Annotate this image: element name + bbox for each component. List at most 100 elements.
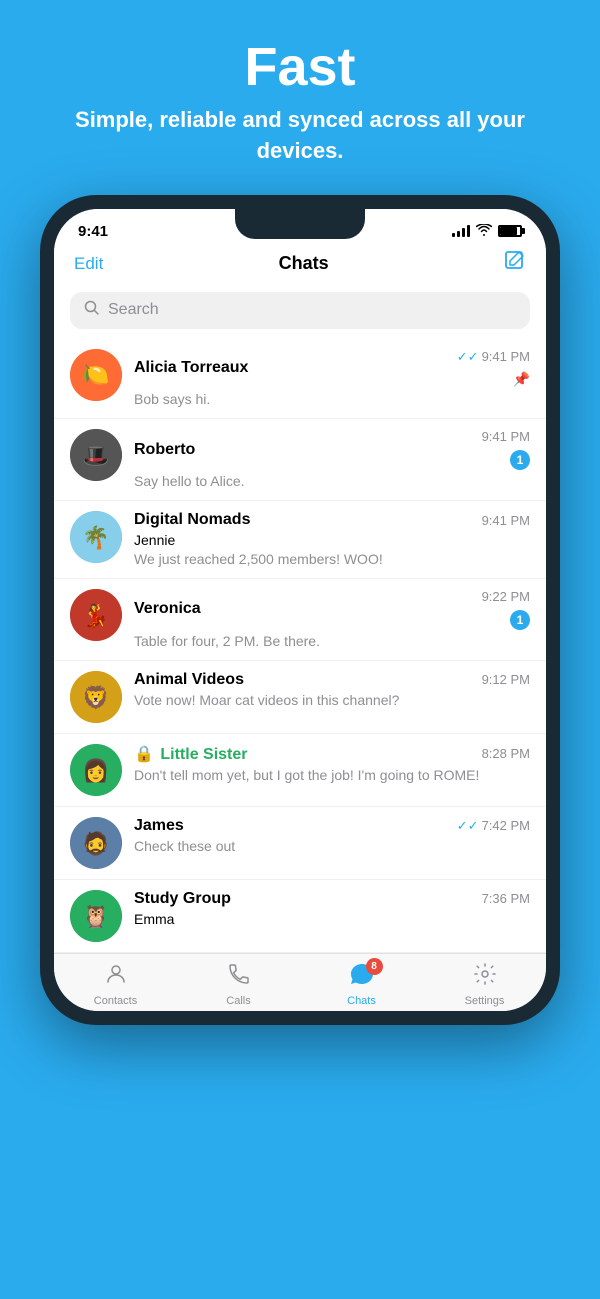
tab-calls[interactable]: Calls — [177, 962, 300, 1007]
read-check-james: ✓✓ — [457, 818, 479, 834]
chat-meta-sister: 8:28 PM — [482, 746, 530, 761]
hero-subtitle: Simple, reliable and synced across all y… — [0, 105, 600, 167]
chat-name-james: James — [134, 817, 184, 835]
wifi-icon — [476, 223, 492, 239]
chat-time-digital: 9:41 PM — [482, 513, 530, 528]
chat-meta-digital: 9:41 PM — [482, 513, 530, 528]
chat-meta-animal: 9:12 PM — [482, 672, 530, 687]
badge-roberto: 1 — [510, 450, 530, 470]
edit-button[interactable]: Edit — [74, 254, 103, 274]
chat-item-alicia[interactable]: 🍋 Alicia Torreaux ✓✓ 9:41 PM 📌 — [54, 339, 546, 419]
chat-time-sister: 8:28 PM — [482, 746, 530, 761]
status-icons — [452, 223, 522, 239]
contacts-label: Contacts — [94, 995, 137, 1007]
tab-settings[interactable]: Settings — [423, 962, 546, 1007]
chat-content-study: Study Group 7:36 PM Emma — [134, 890, 530, 928]
chat-header-study: Study Group 7:36 PM — [134, 890, 530, 908]
avatar-james: 🧔 — [70, 817, 122, 869]
svg-text:🌴: 🌴 — [82, 525, 109, 550]
chat-header-animal: Animal Videos 9:12 PM — [134, 671, 530, 689]
lock-icon: 🔒 — [134, 746, 154, 763]
compose-button[interactable] — [504, 250, 526, 278]
avatar-roberto: 🎩 — [70, 429, 122, 481]
hero-title: Fast — [0, 38, 600, 97]
search-icon — [84, 300, 100, 321]
chat-item-animal[interactable]: 🦁 Animal Videos 9:12 PM Vote now! Moar c… — [54, 661, 546, 734]
chat-meta-alicia: ✓✓ 9:41 PM 📌 — [457, 349, 530, 388]
chat-content-sister: 🔒 Little Sister 8:28 PM Don't tell mom y… — [134, 744, 530, 784]
chat-time-study: 7:36 PM — [482, 891, 530, 906]
svg-text:🍋: 🍋 — [82, 362, 109, 387]
settings-label: Settings — [465, 995, 505, 1007]
chat-item-study[interactable]: 🦉 Study Group 7:36 PM Emma — [54, 880, 546, 953]
avatar-sister: 👩 — [70, 744, 122, 796]
hero-section: Fast Simple, reliable and synced across … — [0, 0, 600, 195]
chat-item-james[interactable]: 🧔 James ✓✓ 7:42 PM Check these out — [54, 807, 546, 880]
nav-title: Chats — [279, 253, 329, 274]
chat-time-james: ✓✓ 7:42 PM — [457, 818, 530, 834]
chat-name-veronica: Veronica — [134, 600, 201, 618]
chat-header-sister: 🔒 Little Sister 8:28 PM — [134, 744, 530, 764]
svg-text:👩: 👩 — [82, 758, 109, 783]
search-bar-container: Search — [54, 286, 546, 339]
chat-item-digital[interactable]: 🌴 Digital Nomads 9:41 PM Jennie We just … — [54, 501, 546, 578]
chat-name-digital: Digital Nomads — [134, 511, 250, 529]
battery-icon — [498, 225, 522, 237]
chat-content-roberto: Roberto 9:41 PM 1 Say hello to Alice. — [134, 429, 530, 490]
chat-header-digital: Digital Nomads 9:41 PM — [134, 511, 530, 529]
nav-bar: Edit Chats — [54, 246, 546, 286]
svg-text:🦁: 🦁 — [82, 685, 109, 710]
calls-label: Calls — [226, 995, 250, 1007]
search-bar[interactable]: Search — [70, 292, 530, 329]
chat-preview-veronica: Table for four, 2 PM. Be there. — [134, 632, 530, 650]
chats-tab-label: Chats — [347, 995, 376, 1007]
chat-preview-roberto: Say hello to Alice. — [134, 472, 530, 490]
chat-preview-sister: Don't tell mom yet, but I got the job! I… — [134, 766, 530, 784]
chat-time-veronica: 9:22 PM — [482, 589, 530, 604]
phone-screen: 9:41 — [54, 209, 546, 1011]
chat-meta-veronica: 9:22 PM 1 — [482, 589, 530, 630]
chats-badge: 8 — [366, 958, 383, 975]
chat-meta-roberto: 9:41 PM 1 — [482, 429, 530, 470]
avatar-animal: 🦁 — [70, 671, 122, 723]
chat-preview-study: Emma — [134, 910, 530, 928]
chat-content-alicia: Alicia Torreaux ✓✓ 9:41 PM 📌 Bob says hi… — [134, 349, 530, 408]
chat-content-digital: Digital Nomads 9:41 PM Jennie We just re… — [134, 511, 530, 567]
chat-name-sister: 🔒 Little Sister — [134, 744, 248, 764]
chat-preview-digital: Jennie We just reached 2,500 members! WO… — [134, 531, 530, 567]
status-time: 9:41 — [78, 223, 108, 240]
tab-contacts[interactable]: Contacts — [54, 962, 177, 1007]
avatar-veronica: 💃 — [70, 589, 122, 641]
chat-meta-james: ✓✓ 7:42 PM — [457, 818, 530, 834]
chat-item-roberto[interactable]: 🎩 Roberto 9:41 PM 1 Say hello to Alice. — [54, 419, 546, 501]
tab-bar: Contacts Calls 8 Chats — [54, 953, 546, 1011]
signal-icon — [452, 225, 470, 237]
svg-text:🧔: 🧔 — [82, 830, 109, 856]
chat-item-veronica[interactable]: 💃 Veronica 9:22 PM 1 Table for four, 2 P… — [54, 579, 546, 661]
chat-preview-alicia: Bob says hi. — [134, 390, 530, 408]
chat-time-roberto: 9:41 PM — [482, 429, 530, 444]
badge-veronica: 1 — [510, 610, 530, 630]
chat-sender-digital: Jennie — [134, 532, 175, 548]
pin-icon-alicia: 📌 — [513, 371, 530, 388]
chat-header-roberto: Roberto 9:41 PM 1 — [134, 429, 530, 470]
chat-name-roberto: Roberto — [134, 441, 195, 459]
phone-frame: 9:41 — [40, 195, 560, 1025]
read-check-alicia: ✓✓ — [457, 349, 479, 365]
svg-text:🦉: 🦉 — [82, 904, 109, 929]
chat-sender-study: Emma — [134, 911, 174, 927]
chat-item-sister[interactable]: 👩 🔒 Little Sister 8:28 PM Don't tell mom… — [54, 734, 546, 807]
chat-name-study: Study Group — [134, 890, 231, 908]
chat-preview-animal: Vote now! Moar cat videos in this channe… — [134, 691, 530, 709]
contacts-icon — [104, 962, 128, 992]
tab-chats[interactable]: 8 Chats — [300, 962, 423, 1007]
chat-header-veronica: Veronica 9:22 PM 1 — [134, 589, 530, 630]
settings-icon — [473, 962, 497, 992]
chat-name-animal: Animal Videos — [134, 671, 244, 689]
chat-content-james: James ✓✓ 7:42 PM Check these out — [134, 817, 530, 855]
chat-header-alicia: Alicia Torreaux ✓✓ 9:41 PM 📌 — [134, 349, 530, 388]
avatar-study: 🦉 — [70, 890, 122, 942]
chat-header-james: James ✓✓ 7:42 PM — [134, 817, 530, 835]
avatar-alicia: 🍋 — [70, 349, 122, 401]
status-bar: 9:41 — [54, 209, 546, 246]
